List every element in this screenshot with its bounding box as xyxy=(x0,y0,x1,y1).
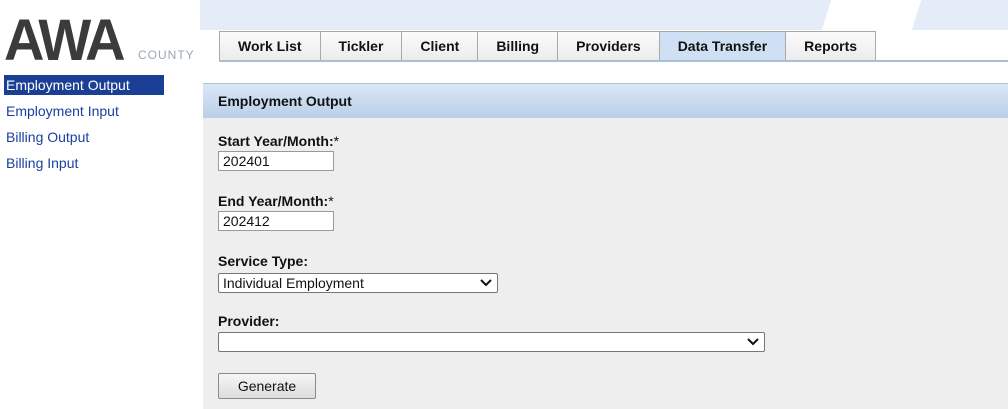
logo-county-text: COUNTY xyxy=(138,48,195,62)
sidebar-nav: Employment Output Employment Input Billi… xyxy=(4,75,164,179)
tab-tickler[interactable]: Tickler xyxy=(319,31,402,61)
tab-providers[interactable]: Providers xyxy=(557,31,659,61)
chevron-down-icon xyxy=(746,335,760,349)
tab-billing[interactable]: Billing xyxy=(477,31,558,61)
tab-rule xyxy=(219,60,1008,62)
county-logo: AWA COUNTY xyxy=(4,10,200,70)
main-tabs: Work List Tickler Client Billing Provide… xyxy=(219,31,877,61)
service-type-select[interactable]: Individual Employment xyxy=(218,273,498,293)
sidebar-item-employment-input[interactable]: Employment Input xyxy=(4,101,164,122)
end-label-text: End Year/Month: xyxy=(218,193,329,209)
sidebar-item-billing-input[interactable]: Billing Input xyxy=(4,153,164,174)
tab-client[interactable]: Client xyxy=(401,31,478,61)
end-year-month-input[interactable]: 202412 xyxy=(218,211,334,231)
required-mark: * xyxy=(333,133,340,149)
provider-select[interactable] xyxy=(218,332,765,352)
start-year-month-input[interactable]: 202401 xyxy=(218,151,334,171)
sidebar-item-billing-output[interactable]: Billing Output xyxy=(4,127,164,148)
employment-output-panel: Employment Output Start Year/Month:* 202… xyxy=(203,83,1008,409)
required-mark: * xyxy=(328,193,334,209)
tab-data-transfer[interactable]: Data Transfer xyxy=(658,31,786,61)
logo-main-text: AWA xyxy=(4,6,126,73)
service-type-label: Service Type: xyxy=(218,253,309,269)
chevron-down-icon xyxy=(479,276,493,290)
generate-button[interactable]: Generate xyxy=(218,373,316,399)
end-year-month-label: End Year/Month:* xyxy=(218,193,334,209)
panel-title: Employment Output xyxy=(203,83,1008,118)
sidebar-item-employment-output[interactable]: Employment Output xyxy=(4,75,164,95)
tab-work-list[interactable]: Work List xyxy=(219,31,320,61)
start-year-month-label: Start Year/Month:* xyxy=(218,133,339,149)
provider-label: Provider: xyxy=(218,313,280,329)
tab-reports[interactable]: Reports xyxy=(785,31,877,61)
start-label-text: Start Year/Month: xyxy=(218,133,334,149)
service-type-selected: Individual Employment xyxy=(223,275,364,291)
